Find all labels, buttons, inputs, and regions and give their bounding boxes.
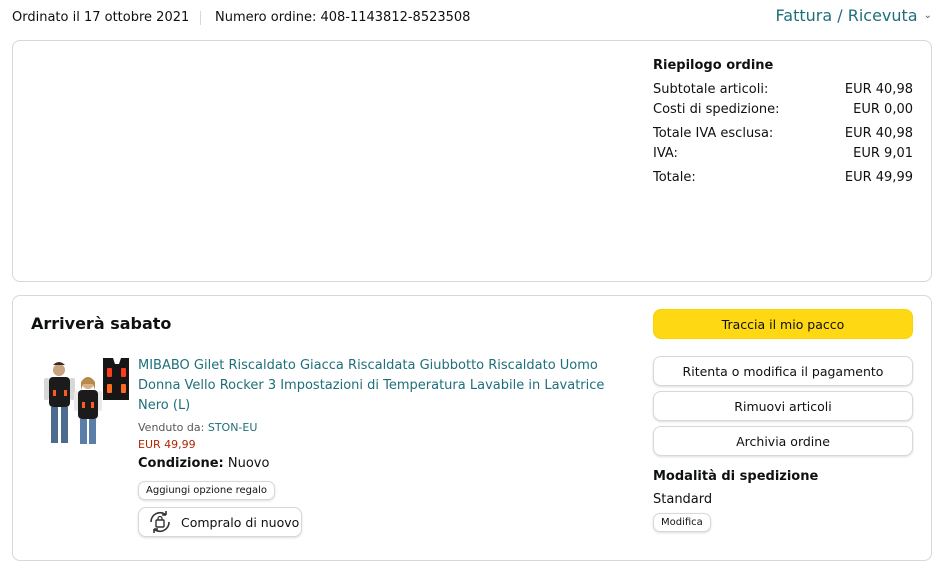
delivery-status: Arriverà sabato [31, 314, 172, 333]
chevron-down-icon: ⌄ [923, 10, 932, 21]
order-actions: Traccia il mio pacco Ritenta o modifica … [653, 309, 913, 532]
order-date: Ordinato il 17 ottobre 2021 [12, 10, 190, 25]
summary-label: Subtotale articoli: [653, 82, 769, 97]
invoice-link-label: Fattura / Ricevuta [775, 6, 918, 25]
buy-again-label: Compralo di nuovo [181, 514, 300, 530]
add-gift-option-button[interactable]: Aggiungi opzione regalo [138, 481, 275, 500]
shipment-card: Arriverà sabato MIBABO Gilet Riscaldato … [12, 295, 932, 561]
summary-label: Totale: [653, 170, 696, 185]
product-title-link[interactable]: MIBABO Gilet Riscaldato Giacca Riscaldat… [138, 356, 608, 416]
header-divider [200, 11, 201, 25]
condition-value: Nuovo [227, 456, 270, 471]
summary-value: EUR 49,99 [844, 170, 913, 185]
summary-value: EUR 40,98 [844, 126, 913, 141]
order-summary: Riepilogo ordine Subtotale articoli: EUR… [653, 58, 913, 188]
product-image[interactable] [41, 356, 129, 448]
summary-title: Riepilogo ordine [653, 58, 774, 73]
summary-row-total: Totale: EUR 49,99 [653, 168, 913, 188]
summary-row: Totale IVA esclusa: EUR 40,98 [653, 124, 913, 144]
remove-items-button[interactable]: Rimuovi articoli [653, 391, 913, 421]
summary-row: Costi di spedizione: EUR 0,00 [653, 100, 913, 120]
condition-label: Condizione: [138, 456, 224, 471]
shipping-method-title: Modalità di spedizione [653, 469, 819, 484]
product-condition: Condizione: Nuovo [138, 456, 608, 471]
summary-row: Subtotale articoli: EUR 40,98 [653, 80, 913, 100]
summary-label: IVA: [653, 146, 678, 161]
product-details: MIBABO Gilet Riscaldato Giacca Riscaldat… [138, 356, 608, 471]
order-summary-card: Riepilogo ordine Subtotale articoli: EUR… [12, 40, 932, 282]
order-header: Ordinato il 17 ottobre 2021 Numero ordin… [12, 0, 932, 36]
buy-again-button[interactable]: Compralo di nuovo [138, 507, 302, 537]
seller-link[interactable]: STON-EU [208, 421, 258, 434]
summary-label: Totale IVA esclusa: [653, 126, 774, 141]
summary-label: Costi di spedizione: [653, 102, 780, 117]
invoice-link[interactable]: Fattura / Ricevuta ⌄ [776, 6, 932, 25]
sold-by-label: Venduto da: [138, 421, 205, 434]
archive-order-button[interactable]: Archivia ordine [653, 426, 913, 456]
retry-payment-button[interactable]: Ritenta o modifica il pagamento [653, 356, 913, 386]
buy-again-icon [150, 511, 170, 533]
track-package-button[interactable]: Traccia il mio pacco [653, 309, 913, 339]
product-price: EUR 49,99 [138, 438, 196, 451]
summary-row: IVA: EUR 9,01 [653, 144, 913, 164]
shipping-method-value: Standard [653, 492, 713, 507]
summary-value: EUR 9,01 [853, 146, 913, 161]
sold-by: Venduto da: STON-EU [138, 421, 608, 434]
summary-value: EUR 40,98 [844, 82, 913, 97]
edit-shipping-button[interactable]: Modifica [653, 513, 711, 532]
summary-value: EUR 0,00 [853, 102, 913, 117]
order-number: Numero ordine: 408-1143812-8523508 [215, 10, 471, 25]
